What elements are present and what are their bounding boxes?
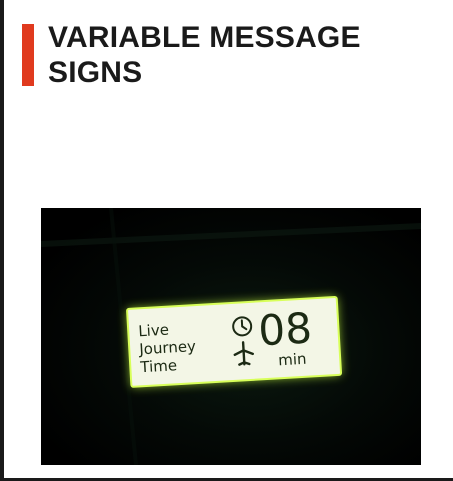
sign-value: 08: [257, 303, 313, 355]
sign-label-journey: Journey: [138, 337, 197, 358]
page-title: VARIABLE MESSAGE SIGNS: [48, 21, 361, 89]
heading-accent-bar: [22, 24, 34, 86]
page: VARIABLE MESSAGE SIGNS Live Journey Time…: [0, 0, 453, 481]
sign-label-time: Time: [139, 356, 178, 376]
sign-unit: min: [278, 350, 307, 370]
sign-photo-canvas: Live Journey Time 08 min: [41, 208, 421, 465]
sign-photo: Live Journey Time 08 min: [41, 208, 421, 465]
sign-label-live: Live: [138, 321, 170, 341]
left-border: [0, 0, 4, 481]
